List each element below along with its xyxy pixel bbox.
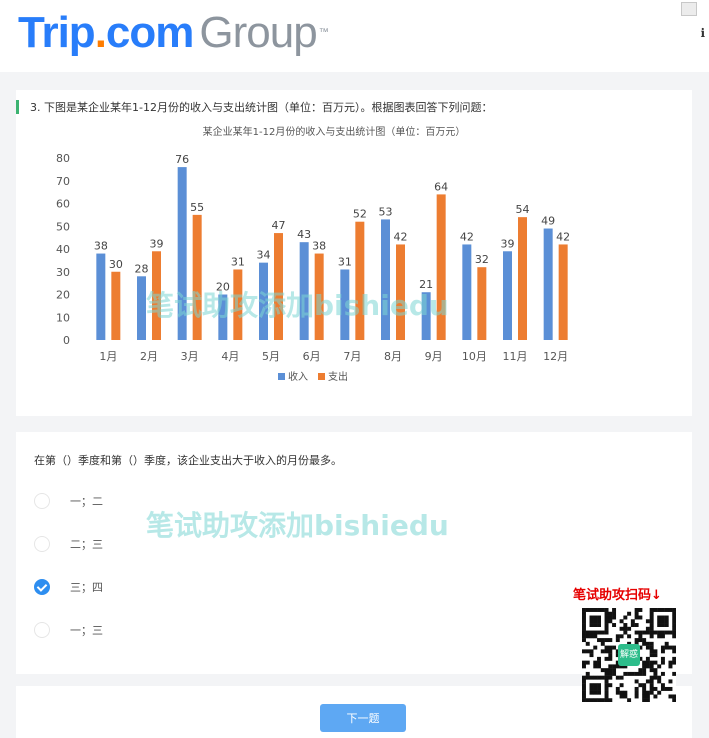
header: Trip.com Group ™ ℹ [0, 0, 709, 72]
option-label: 二；三 [70, 538, 103, 551]
bar-expense [111, 271, 121, 340]
y-tick-label: 60 [56, 198, 70, 211]
y-tick-label: 10 [56, 311, 70, 324]
data-label: 31 [231, 255, 245, 268]
radio-checked-icon[interactable] [34, 579, 50, 595]
x-tick-label: 11月 [503, 350, 528, 363]
x-tick-label: 10月 [462, 350, 487, 363]
bar-expense [436, 194, 446, 340]
radio-icon[interactable] [34, 536, 50, 552]
data-label: 49 [541, 215, 555, 228]
data-label: 38 [312, 240, 326, 253]
data-label: 43 [297, 228, 311, 241]
data-label: 21 [419, 278, 433, 291]
bar-expense [518, 217, 527, 340]
y-tick-label: 0 [63, 334, 70, 347]
x-tick-label: 6月 [303, 350, 321, 363]
option-2[interactable]: 二；三 [34, 533, 334, 557]
data-label: 42 [460, 230, 474, 243]
bar-income [218, 294, 228, 340]
data-label: 53 [379, 205, 393, 218]
bar-income [421, 292, 431, 340]
option-label: 一；二 [70, 495, 103, 508]
legend-label: 收入 [288, 370, 308, 383]
data-label: 42 [556, 230, 570, 243]
bar-expense [314, 253, 324, 340]
option-1[interactable]: 一；二 [34, 490, 334, 514]
bar-income [137, 276, 146, 340]
bar-expense [152, 251, 161, 340]
data-label: 20 [216, 281, 230, 294]
bar-income [503, 251, 512, 340]
y-tick-label: 70 [56, 175, 70, 188]
question-card: 3. 下图是某企业某年1-12月份的收入与支出统计图（单位：百万元）。根据图表回… [16, 90, 692, 416]
data-label: 54 [516, 203, 530, 216]
x-tick-label: 8月 [384, 350, 402, 363]
y-tick-label: 20 [56, 289, 70, 302]
option-4[interactable]: 一；三 [34, 619, 334, 643]
option-3[interactable]: 三；四 [34, 576, 334, 600]
y-tick-label: 40 [56, 243, 70, 256]
data-label: 38 [94, 240, 108, 253]
data-label: 55 [190, 201, 204, 214]
bar-expense [192, 214, 202, 340]
radio-icon[interactable] [34, 622, 50, 638]
option-label: 一；三 [70, 624, 103, 637]
bar-income [299, 242, 309, 340]
qr-label: 笔试助攻扫码↓ [573, 588, 662, 603]
sub-question-text: 在第（）季度和第（）季度，该企业支出大于收入的月份最多。 [34, 454, 342, 467]
data-label: 28 [135, 262, 149, 275]
data-label: 42 [394, 230, 408, 243]
legend-swatch [278, 373, 285, 380]
x-tick-label: 9月 [425, 350, 443, 363]
data-label: 64 [434, 180, 448, 193]
x-tick-label: 3月 [181, 350, 199, 363]
data-label: 52 [353, 208, 367, 221]
data-label: 39 [501, 237, 515, 250]
qr-center-logo: 解惑 [618, 644, 640, 666]
option-label: 三；四 [70, 581, 103, 594]
x-tick-label: 12月 [543, 350, 568, 363]
qr-code: 解惑 [582, 608, 677, 703]
legend-label: 支出 [328, 370, 348, 383]
data-label: 39 [150, 237, 164, 250]
y-tick-label: 30 [56, 266, 70, 279]
next-question-button[interactable]: 下一题 [320, 704, 406, 732]
x-tick-label: 7月 [343, 350, 361, 363]
bar-income [177, 167, 187, 340]
x-tick-label: 2月 [140, 350, 158, 363]
x-tick-label: 1月 [99, 350, 117, 363]
y-tick-label: 50 [56, 220, 70, 233]
bar-expense [477, 267, 487, 340]
radio-icon[interactable] [34, 493, 50, 509]
bar-income [96, 253, 106, 340]
bar-expense [233, 269, 243, 340]
data-label: 31 [338, 255, 352, 268]
window-icon [681, 2, 697, 16]
data-label: 47 [272, 219, 286, 232]
data-label: 34 [257, 249, 271, 262]
income-expense-chart: 某企业某年1-12月份的收入与支出统计图（单位：百万元） 0 10 20 30 40 50 6… [56, 125, 570, 383]
bar-income [543, 228, 553, 340]
bar-expense [274, 233, 283, 340]
bar-expense [355, 221, 365, 340]
legend-swatch [318, 373, 325, 380]
bar-income [340, 269, 350, 340]
bar-income [462, 244, 472, 340]
bar-income [259, 262, 268, 340]
bar-expense [558, 244, 568, 340]
info-icon: ℹ [700, 26, 705, 40]
x-tick-label: 4月 [221, 350, 239, 363]
x-tick-label: 5月 [262, 350, 280, 363]
chart-title: 某企业某年1-12月份的收入与支出统计图（单位：百万元） [203, 125, 466, 138]
bar-income [381, 219, 390, 340]
data-label: 76 [175, 153, 189, 166]
bar-expense [396, 244, 405, 340]
trip-com-group-logo: Trip.com Group ™ [18, 8, 329, 57]
data-label: 32 [475, 253, 489, 266]
y-tick-label: 80 [56, 152, 70, 165]
data-label: 30 [109, 258, 123, 271]
